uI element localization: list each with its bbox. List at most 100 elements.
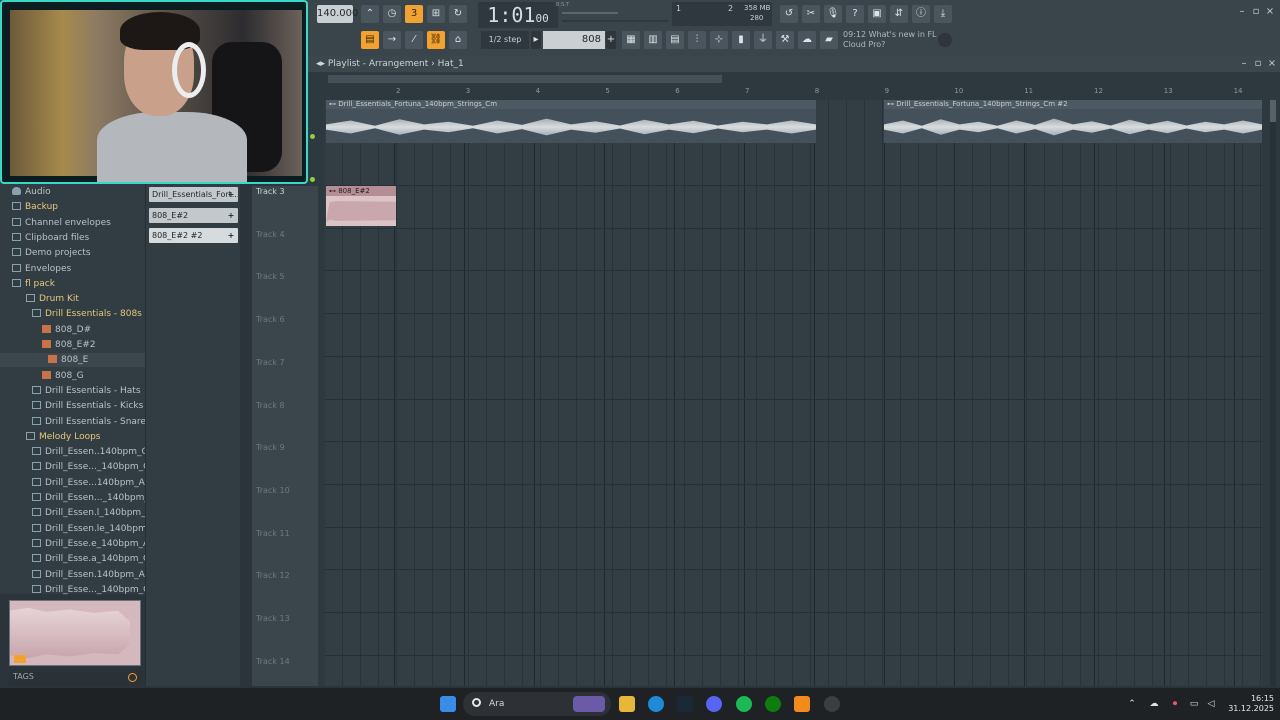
- browser-item[interactable]: fl pack: [0, 277, 145, 291]
- mixer-icon[interactable]: ⫶: [688, 31, 706, 49]
- browser-item[interactable]: Drill_Essen.l_140bpm_C#: [0, 506, 160, 520]
- browser-item[interactable]: Drill_Esse.e_140bpm_Am: [0, 537, 158, 551]
- browser-item[interactable]: Clipboard files: [0, 231, 145, 245]
- scroll-thumb[interactable]: [1270, 100, 1276, 122]
- settings-icon[interactable]: [824, 696, 840, 712]
- track-header[interactable]: Track 5: [256, 272, 316, 285]
- cloud-icon[interactable]: ☁: [798, 31, 816, 49]
- piano-roll-icon[interactable]: ▤: [361, 31, 379, 49]
- audio-clip-strings-2[interactable]: ⊷ Drill_Essentials_Fortuna_140bpm_String…: [884, 100, 1262, 143]
- plug-icon[interactable]: ⏚: [754, 31, 772, 49]
- audio-clip-strings[interactable]: ⊷ Drill_Essentials_Fortuna_140bpm_String…: [326, 100, 816, 143]
- metronome-icon[interactable]: ⌃: [361, 5, 379, 23]
- browser-icon[interactable]: ⊹: [710, 31, 728, 49]
- download-icon[interactable]: ⤓: [934, 5, 952, 23]
- playlist-maximize-icon[interactable]: ▫: [1252, 58, 1264, 70]
- track-mute-dot[interactable]: [310, 134, 315, 139]
- loop-record-icon[interactable]: ↻: [449, 5, 467, 23]
- pattern-prev-icon[interactable]: ▸: [531, 31, 541, 49]
- add-icon[interactable]: +: [226, 228, 236, 243]
- taskbar-clock[interactable]: 16:15 31.12.2025: [1226, 694, 1274, 714]
- pattern-add-icon[interactable]: +: [606, 31, 616, 49]
- track-header[interactable]: Track 12: [256, 571, 316, 584]
- browser-item[interactable]: Drill_Esse..._140bpm_Gm: [0, 460, 159, 474]
- add-icon[interactable]: +: [226, 208, 236, 223]
- draw-icon[interactable]: ⁄: [405, 31, 423, 49]
- browser-item[interactable]: Drill_Essen.le_140bpm_E: [0, 522, 157, 536]
- tools-icon[interactable]: ⚒: [776, 31, 794, 49]
- song-position-display[interactable]: 1:0100: [478, 2, 558, 28]
- browser-item[interactable]: Drill Essentials - 808s: [0, 307, 145, 321]
- tags-bar[interactable]: TAGS: [9, 670, 141, 686]
- pattern-selector[interactable]: 808: [543, 31, 605, 49]
- track-header[interactable]: Track 9: [256, 443, 316, 456]
- sample-preview[interactable]: [9, 600, 141, 666]
- steam-icon[interactable]: [677, 696, 693, 712]
- browser-item[interactable]: Drill_Essen.140bpm_Abm: [0, 568, 159, 582]
- playlist-icon[interactable]: ▦: [622, 31, 640, 49]
- app-maximize-icon[interactable]: ▫: [1250, 6, 1262, 18]
- link-icon[interactable]: ⛓: [427, 31, 445, 49]
- tempo-display[interactable]: 140.000: [317, 5, 358, 23]
- track-header[interactable]: Track 8: [256, 401, 316, 414]
- browser-item[interactable]: Drill_Esse..._140bpm_Gm: [0, 583, 159, 597]
- browser-item[interactable]: Drill_Essen..._140bpm_Cm: [0, 491, 164, 505]
- record-mic-icon[interactable]: 🎙: [824, 5, 842, 23]
- browser-item[interactable]: Drill Essentials - Kicks: [0, 399, 145, 413]
- help-icon[interactable]: ?: [846, 5, 864, 23]
- step-edit-icon[interactable]: ⊞: [427, 5, 445, 23]
- windows-start-icon[interactable]: [440, 696, 456, 712]
- browser-item[interactable]: Drill Essentials - Snares: [0, 415, 151, 429]
- tags-search-icon[interactable]: [128, 673, 137, 682]
- arrangement-grid[interactable]: [325, 100, 1262, 686]
- arrow-icon[interactable]: →: [383, 31, 401, 49]
- stamp-icon[interactable]: ⌂: [449, 31, 467, 49]
- browser-item[interactable]: Drill_Esse...140bpm_Abm: [0, 476, 159, 490]
- browser-item[interactable]: 808_E: [0, 353, 145, 368]
- countdown-icon[interactable]: 3: [405, 5, 423, 23]
- app-minimize-icon[interactable]: –: [1236, 6, 1248, 18]
- track-header[interactable]: Track 13: [256, 614, 316, 627]
- edge-icon[interactable]: [648, 696, 664, 712]
- app-close-icon[interactable]: ×: [1264, 6, 1276, 18]
- browser-item[interactable]: Drill_Essen..140bpm_C#m: [0, 445, 164, 459]
- browser-item[interactable]: Drill Essentials - Hats: [0, 384, 145, 398]
- network-icon[interactable]: ▭: [1188, 698, 1200, 710]
- piano-icon[interactable]: ▤: [666, 31, 684, 49]
- track-mute-dot[interactable]: [310, 177, 315, 182]
- onedrive-icon[interactable]: ☁: [1148, 698, 1160, 710]
- playlist-minimize-icon[interactable]: –: [1238, 58, 1250, 70]
- wait-input-icon[interactable]: ◷: [383, 5, 401, 23]
- browser-item[interactable]: Melody Loops: [0, 430, 145, 444]
- cut-icon[interactable]: ✂: [802, 5, 820, 23]
- track-header[interactable]: Track 11: [256, 529, 316, 542]
- browser-item[interactable]: Channel envelopes: [0, 216, 145, 230]
- browser-item[interactable]: Audio: [0, 185, 145, 199]
- info-icon[interactable]: ⓘ: [912, 5, 930, 23]
- track-header[interactable]: Track 3: [256, 187, 316, 200]
- browser-item[interactable]: Demo projects: [0, 246, 145, 260]
- track-header[interactable]: Track 6: [256, 315, 316, 328]
- track-header[interactable]: Track 4: [256, 230, 316, 243]
- undo-icon[interactable]: ↺: [780, 5, 798, 23]
- fl-studio-icon[interactable]: [794, 696, 810, 712]
- playlist-horizontal-scroll[interactable]: [328, 75, 722, 83]
- shop-icon[interactable]: ▰: [820, 31, 838, 49]
- playlist-close-icon[interactable]: ×: [1266, 58, 1278, 70]
- browser-item[interactable]: Drill_Esse.a_140bpm_C#: [0, 552, 157, 566]
- picker-item[interactable]: 808_E#2 +: [149, 207, 238, 223]
- time-ruler[interactable]: 2 3 4 5 6 7 8 9 10 11 12 13 14: [328, 87, 1262, 97]
- save-icon[interactable]: ▣: [868, 5, 886, 23]
- browser-item[interactable]: Drum Kit: [0, 292, 145, 306]
- discord-icon[interactable]: [706, 696, 722, 712]
- playlist-menu-icon[interactable]: ◂▸: [316, 59, 325, 69]
- xbox-icon[interactable]: [765, 696, 781, 712]
- mic-icon[interactable]: ⏺: [1169, 698, 1181, 710]
- track-header[interactable]: Track 14: [256, 657, 316, 670]
- channel-rack-icon[interactable]: ▥: [644, 31, 662, 49]
- master-pitch-slider[interactable]: [562, 20, 668, 22]
- plugin-icon[interactable]: ▮: [732, 31, 750, 49]
- browser-item[interactable]: 808_E#2: [0, 338, 145, 352]
- browser-item[interactable]: Backup: [0, 200, 145, 214]
- audio-clip-808[interactable]: ⊷ 808_E#2: [326, 186, 396, 226]
